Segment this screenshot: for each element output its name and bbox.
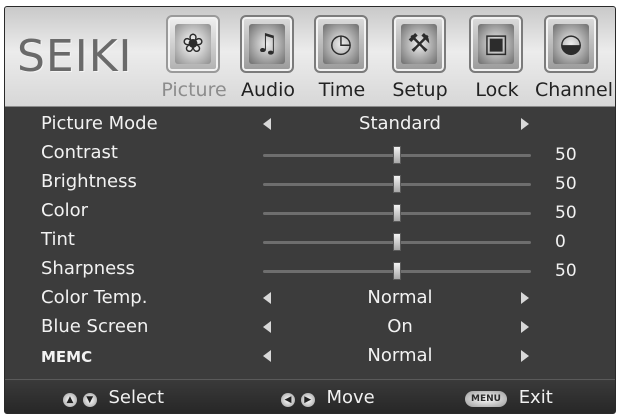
- menu-button-icon: MENU: [465, 391, 507, 407]
- left-button-icon: ◀: [281, 393, 295, 407]
- exit-hint-label: Exit: [518, 387, 553, 408]
- key-hint-bar: ▲ ▼ Select ◀ ▶ Move MENU Exit: [5, 379, 615, 413]
- brightness-value: 50: [555, 174, 577, 194]
- color-slider-handle[interactable]: [393, 204, 401, 222]
- tint-row[interactable]: Tint 0: [5, 227, 615, 256]
- row-label: Color: [41, 200, 88, 221]
- tab-label: Time: [318, 79, 366, 101]
- down-button-icon: ▼: [82, 393, 97, 407]
- tv-osd-menu: SEIKI ❀ Picture ♫ Audio ◷ Time ⚒ Setup ▣…: [4, 6, 616, 414]
- tab-label: Channel: [535, 79, 614, 101]
- select-hint-label: Select: [108, 387, 164, 408]
- tab-label: Picture: [161, 79, 227, 101]
- arrow-right-icon[interactable]: [521, 118, 529, 130]
- right-button-icon: ▶: [300, 393, 315, 407]
- row-label: Brightness: [41, 171, 137, 192]
- tab-label: Setup: [392, 79, 448, 101]
- move-hint: ◀ ▶ Move: [281, 387, 375, 408]
- tools-icon: ⚒: [401, 24, 437, 64]
- row-label: MEMC: [41, 348, 93, 366]
- sharpness-row[interactable]: Sharpness 50: [5, 256, 615, 285]
- audio-icon: ♫: [249, 24, 285, 64]
- arrow-left-icon[interactable]: [263, 321, 271, 333]
- tint-value: 0: [555, 232, 566, 252]
- arrow-left-icon[interactable]: [263, 118, 271, 130]
- tab-setup[interactable]: ⚒ Setup: [383, 15, 457, 105]
- contrast-slider-handle[interactable]: [393, 146, 401, 164]
- tab-lock[interactable]: ▣ Lock: [460, 15, 534, 105]
- arrow-right-icon[interactable]: [521, 350, 529, 362]
- arrow-left-icon[interactable]: [263, 350, 271, 362]
- tint-slider-handle[interactable]: [393, 233, 401, 251]
- move-hint-label: Move: [326, 387, 375, 408]
- sharpness-value: 50: [555, 261, 577, 281]
- brightness-slider-handle[interactable]: [393, 175, 401, 193]
- tab-channel[interactable]: ◒ Channel: [535, 15, 614, 105]
- tab-audio[interactable]: ♫ Audio: [231, 15, 305, 105]
- tab-label: Lock: [475, 79, 519, 101]
- picture-icon: ❀: [175, 24, 211, 64]
- select-hint: ▲ ▼ Select: [63, 387, 164, 408]
- picture-mode-row[interactable]: Picture Mode Standard: [5, 111, 615, 140]
- sharpness-slider-handle[interactable]: [393, 262, 401, 280]
- color-temp-row[interactable]: Color Temp. Normal: [5, 285, 615, 314]
- lock-icon: ▣: [478, 24, 514, 64]
- memc-value: Normal: [367, 345, 433, 366]
- row-label: Picture Mode: [41, 113, 158, 134]
- row-label: Color Temp.: [41, 287, 148, 308]
- menu-header: SEIKI ❀ Picture ♫ Audio ◷ Time ⚒ Setup ▣…: [5, 7, 615, 107]
- memc-row[interactable]: MEMC Normal: [5, 343, 615, 372]
- brightness-row[interactable]: Brightness 50: [5, 169, 615, 198]
- color-row[interactable]: Color 50: [5, 198, 615, 227]
- blue-screen-row[interactable]: Blue Screen On: [5, 314, 615, 343]
- blue-screen-value: On: [387, 316, 413, 337]
- brand-logo: SEIKI: [17, 31, 133, 82]
- row-label: Contrast: [41, 142, 118, 163]
- color-value: 50: [555, 203, 577, 223]
- contrast-value: 50: [555, 145, 577, 165]
- color-temp-value: Normal: [367, 287, 433, 308]
- tab-time[interactable]: ◷ Time: [305, 15, 379, 105]
- exit-hint: MENU Exit: [465, 387, 553, 408]
- arrow-right-icon[interactable]: [521, 321, 529, 333]
- picture-mode-value: Standard: [359, 113, 441, 134]
- arrow-right-icon[interactable]: [521, 292, 529, 304]
- up-button-icon: ▲: [63, 393, 77, 407]
- arrow-left-icon[interactable]: [263, 292, 271, 304]
- row-label: Tint: [41, 229, 75, 250]
- contrast-row[interactable]: Contrast 50: [5, 140, 615, 169]
- clock-icon: ◷: [323, 24, 359, 64]
- row-label: Blue Screen: [41, 316, 149, 337]
- tab-label: Audio: [240, 79, 295, 101]
- satellite-dish-icon: ◒: [553, 24, 589, 64]
- tab-picture[interactable]: ❀ Picture: [157, 15, 231, 105]
- picture-settings-list: Picture Mode Standard Contrast 50 Bright…: [5, 108, 615, 373]
- row-label: Sharpness: [41, 258, 135, 279]
